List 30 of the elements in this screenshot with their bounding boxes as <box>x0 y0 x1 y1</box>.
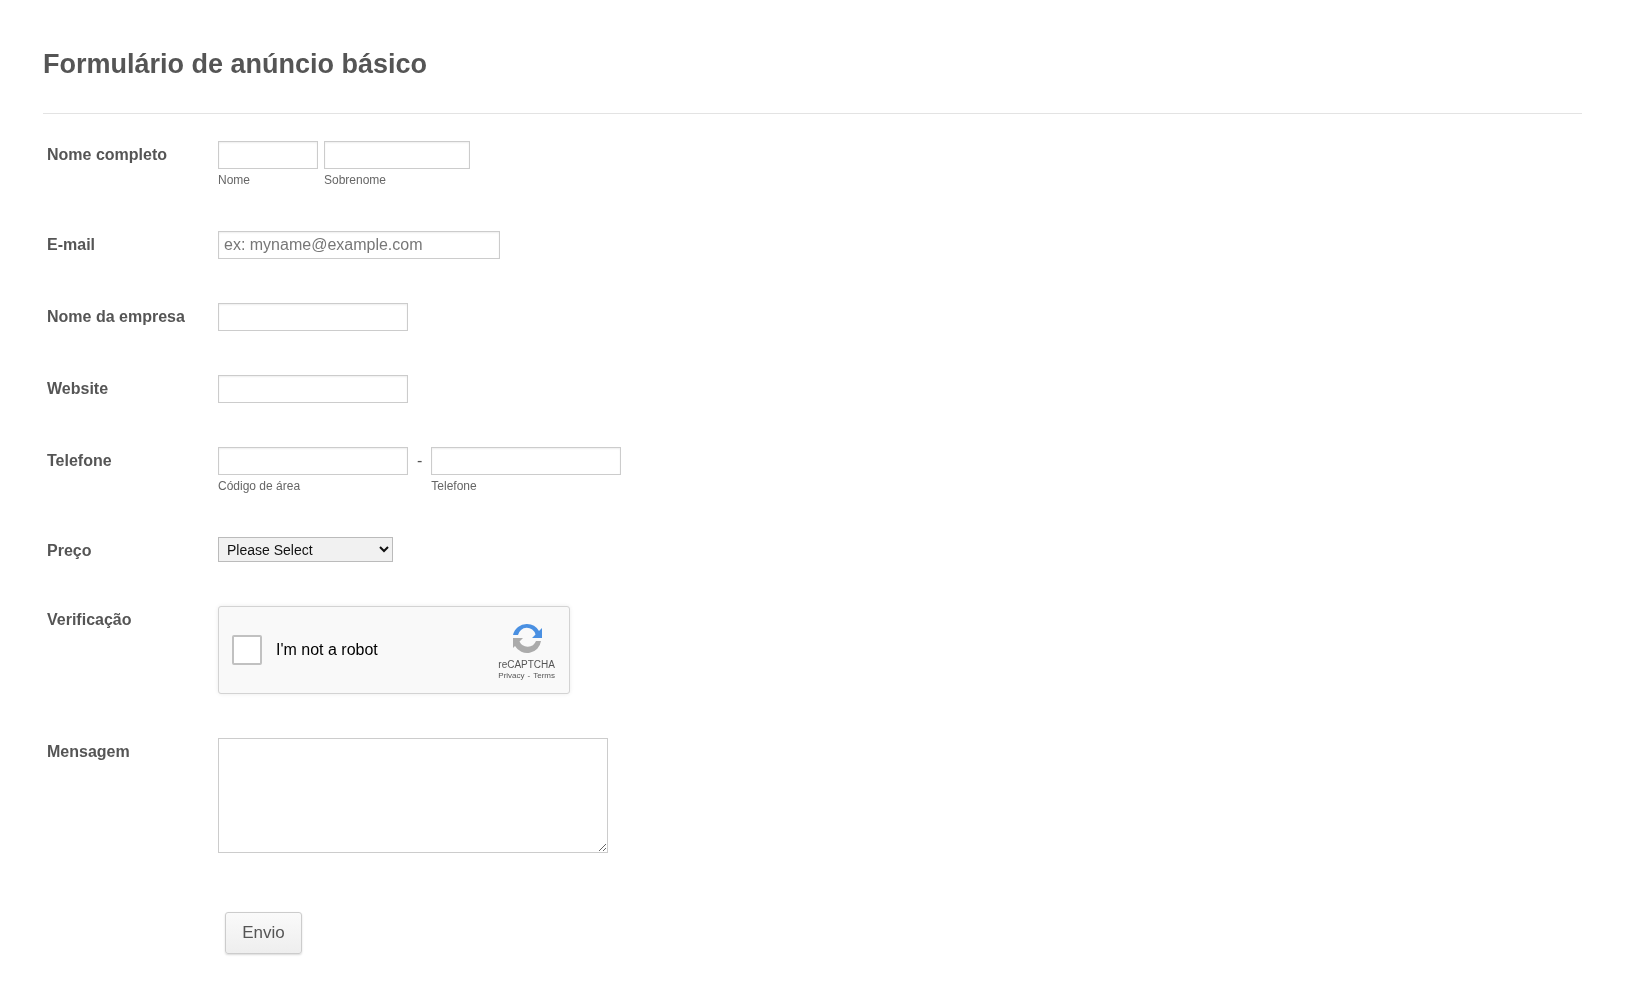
field-label: Website <box>46 379 109 399</box>
text-input[interactable] <box>431 447 622 475</box>
field-label: E-mail <box>46 235 95 255</box>
field-label: Preço <box>46 541 92 561</box>
link-separator: - <box>527 670 531 680</box>
field-label: Mensagem <box>46 742 130 762</box>
field-label: Telefone <box>46 451 112 471</box>
text-input[interactable] <box>218 141 318 169</box>
field-label: Nome completo <box>46 145 167 165</box>
text-input[interactable] <box>218 375 408 403</box>
captcha-text: I'm not a robot <box>276 641 379 659</box>
text-input[interactable] <box>218 303 408 331</box>
field-sublabel: Telefone <box>431 479 477 493</box>
captcha-checkbox[interactable] <box>232 635 262 665</box>
submit-button[interactable]: Envio <box>225 912 302 954</box>
field-sublabel: Sobrenome <box>324 173 387 187</box>
message-textarea[interactable] <box>218 738 608 853</box>
privacy-link[interactable]: Privacy <box>498 670 525 680</box>
terms-link[interactable]: Terms <box>533 670 555 680</box>
dash-separator: - <box>416 451 424 471</box>
form-title: Formulário de anúncio básico <box>43 48 429 81</box>
price-select[interactable]: Please Select <box>218 537 393 562</box>
field-sublabel: Nome <box>218 173 250 187</box>
captcha-brand: reCAPTCHA <box>498 658 555 670</box>
text-input[interactable] <box>324 141 470 169</box>
text-input[interactable] <box>218 447 408 475</box>
email-input[interactable]: ex: myname@example.com <box>218 231 500 259</box>
field-label: Verificação <box>46 610 132 630</box>
field-label: Nome da empresa <box>46 307 185 327</box>
field-sublabel: Código de área <box>218 479 301 493</box>
